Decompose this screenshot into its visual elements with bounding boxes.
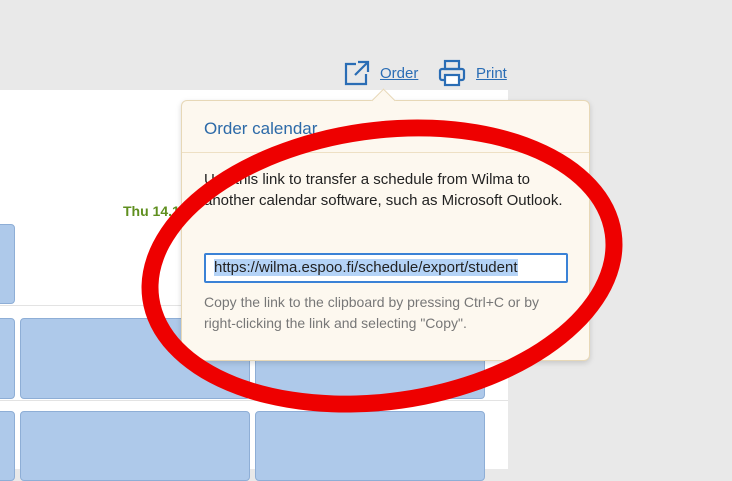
- popover-divider: [182, 152, 589, 153]
- schedule-slot[interactable]: [0, 411, 15, 481]
- schedule-slot[interactable]: [255, 411, 485, 481]
- order-label[interactable]: Order: [380, 65, 418, 82]
- print-button[interactable]: Print: [438, 58, 507, 88]
- popover-title: Order calendar: [204, 119, 318, 138]
- external-link-icon: [342, 59, 370, 87]
- printer-icon: [438, 59, 466, 87]
- copy-hint: Copy the link to the clipboard by pressi…: [204, 294, 539, 331]
- schedule-slot[interactable]: [0, 224, 15, 304]
- schedule-slot[interactable]: [0, 318, 15, 399]
- popover-description: Use this link to transfer a schedule fro…: [204, 171, 563, 209]
- grid-line: [0, 400, 508, 401]
- calendar-link-field[interactable]: https://wilma.espoo.fi/schedule/export/s…: [204, 253, 568, 283]
- order-calendar-popover: Order calendar Use this link to transfer…: [181, 88, 590, 361]
- print-label[interactable]: Print: [476, 65, 507, 82]
- calendar-link-text[interactable]: https://wilma.espoo.fi/schedule/export/s…: [214, 259, 518, 276]
- schedule-slot[interactable]: [20, 411, 250, 481]
- order-button[interactable]: Order: [342, 58, 418, 88]
